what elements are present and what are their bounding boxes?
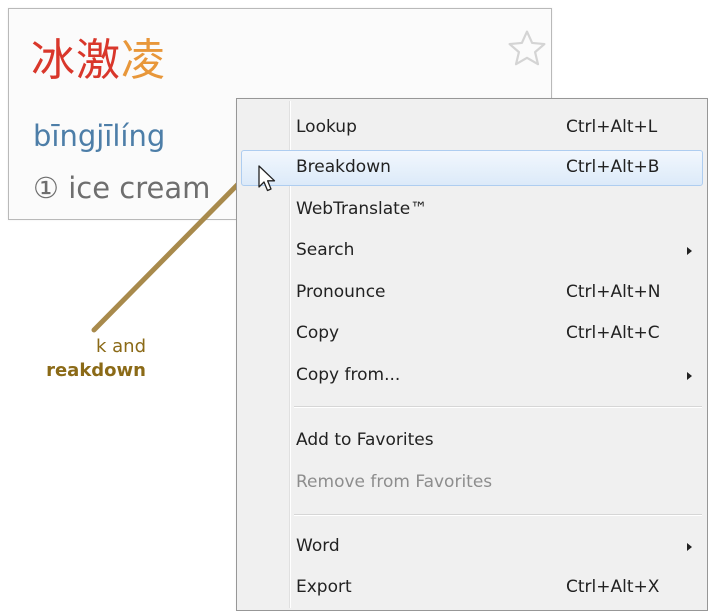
- annotation-line-1: k and: [95, 336, 146, 357]
- menu-item-export[interactable]: Export Ctrl+Alt+X: [241, 570, 703, 606]
- entry-character: 冰: [31, 35, 76, 86]
- submenu-arrow-icon: [687, 372, 692, 380]
- menu-item-label: Lookup: [296, 117, 357, 137]
- entry-character: 激: [76, 35, 121, 86]
- entry-character: 凌: [121, 35, 166, 86]
- annotation-callout: k and reakdown: [0, 335, 146, 383]
- menu-item-label: Copy: [296, 323, 340, 343]
- menu-item-copy-from[interactable]: Copy from...: [241, 358, 703, 394]
- entry-definition: ① ice cream: [33, 171, 211, 205]
- menu-item-breakdown[interactable]: Breakdown Ctrl+Alt+B: [241, 150, 703, 186]
- menu-separator: [294, 514, 702, 516]
- menu-item-shortcut: Ctrl+Alt+X: [566, 577, 660, 597]
- menu-item-shortcut: Ctrl+Alt+B: [566, 157, 660, 177]
- annotation-line-2: reakdown: [46, 360, 146, 381]
- menu-item-label: Breakdown: [296, 157, 391, 177]
- menu-item-label: Add to Favorites: [296, 430, 434, 450]
- menu-item-copy[interactable]: Copy Ctrl+Alt+C: [241, 316, 703, 352]
- entry-pinyin: bīngjīlíng: [33, 119, 166, 153]
- menu-item-lookup[interactable]: Lookup Ctrl+Alt+L: [241, 110, 703, 146]
- star-outline-icon[interactable]: [505, 27, 549, 71]
- menu-item-label: Remove from Favorites: [296, 472, 493, 492]
- menu-item-word[interactable]: Word: [241, 529, 703, 565]
- menu-item-label: Copy from...: [296, 365, 401, 385]
- menu-item-label: Pronounce: [296, 282, 386, 302]
- menu-item-label: WebTranslate™: [296, 199, 428, 219]
- menu-item-label: Search: [296, 240, 355, 260]
- menu-item-shortcut: Ctrl+Alt+C: [566, 323, 660, 343]
- menu-separator: [294, 406, 702, 408]
- submenu-arrow-icon: [687, 543, 692, 551]
- menu-item-webtranslate[interactable]: WebTranslate™: [241, 192, 703, 228]
- menu-item-label: Word: [296, 536, 340, 556]
- context-menu: Lookup Ctrl+Alt+L Breakdown Ctrl+Alt+B W…: [236, 98, 708, 611]
- menu-item-remove-from-favorites: Remove from Favorites: [241, 465, 703, 501]
- mouse-pointer-icon: [258, 165, 276, 192]
- menu-item-shortcut: Ctrl+Alt+L: [566, 117, 658, 137]
- menu-item-pronounce[interactable]: Pronounce Ctrl+Alt+N: [241, 275, 703, 311]
- menu-item-add-to-favorites[interactable]: Add to Favorites: [241, 423, 703, 459]
- submenu-arrow-icon: [687, 247, 692, 255]
- menu-item-search[interactable]: Search: [241, 233, 703, 269]
- menu-item-label: Export: [296, 577, 352, 597]
- entry-characters: 冰激凌: [31, 33, 166, 89]
- menu-item-shortcut: Ctrl+Alt+N: [566, 282, 661, 302]
